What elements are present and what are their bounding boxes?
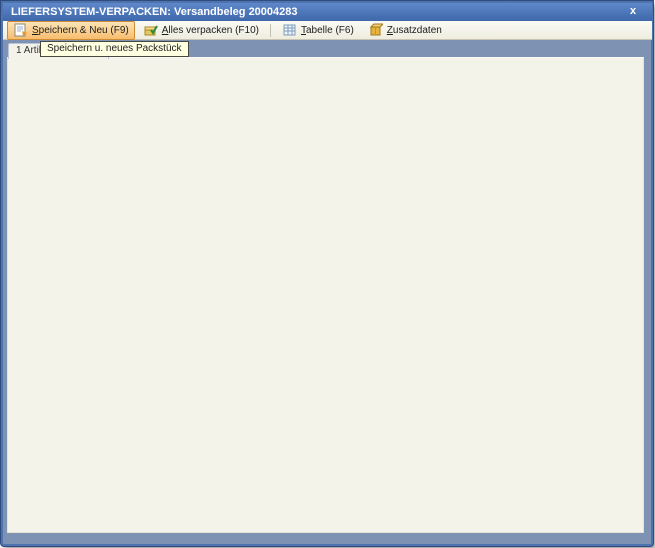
alles-verpacken-button[interactable]: Alles verpacken (F10)	[137, 21, 265, 40]
packing-window: LIEFERSYSTEM-VERPACKEN: Versandbeleg 200…	[0, 0, 655, 548]
window-title: LIEFERSYSTEM-VERPACKEN: Versandbeleg 200…	[11, 6, 298, 18]
speichern-neu-button[interactable]: Speichern & Neu (F9)	[7, 21, 135, 40]
zusatzdaten-label: Zusatzdaten	[387, 25, 442, 36]
toolbar: Speichern & Neu (F9) Alles verpacken (F1…	[3, 21, 652, 40]
speichern-neu-label: Speichern & Neu (F9)	[32, 25, 129, 36]
package-check-icon	[143, 23, 158, 37]
close-icon[interactable]: x	[626, 3, 640, 21]
zusatzdaten-button[interactable]: Zusatzdaten	[362, 21, 448, 40]
title-bar[interactable]: LIEFERSYSTEM-VERPACKEN: Versandbeleg 200…	[3, 3, 652, 21]
tab-content-panel	[7, 57, 644, 533]
table-grid-icon	[282, 23, 297, 37]
package-icon	[368, 23, 383, 37]
toolbar-separator	[270, 24, 271, 37]
tabelle-label: Tabelle (F6)	[301, 25, 354, 36]
save-new-icon	[13, 23, 28, 37]
alles-verpacken-label: Alles verpacken (F10)	[162, 25, 259, 36]
tabelle-button[interactable]: Tabelle (F6)	[276, 21, 360, 40]
tooltip: Speichern u. neues Packstück	[40, 41, 189, 57]
